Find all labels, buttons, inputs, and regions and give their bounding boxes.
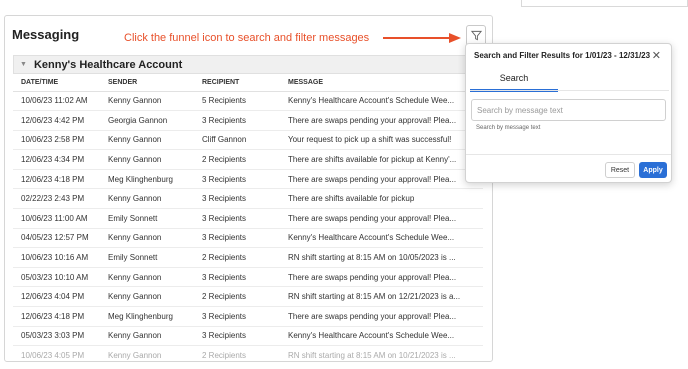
popover-title: Search and Filter Results for 1/01/23 - … bbox=[474, 51, 651, 60]
cell-sender: Meg Klinghenburg bbox=[100, 169, 194, 190]
cell-sender: Kenny Gannon bbox=[100, 188, 194, 210]
cell-recipient: 2 Recipients bbox=[194, 345, 280, 361]
cell-sender: Kenny Gannon bbox=[100, 345, 194, 361]
cell-recipient: 3 Recipients bbox=[194, 169, 280, 190]
cell-datetime: 10/06/23 2:58 PM bbox=[13, 130, 100, 151]
column-header-datetime[interactable]: DATE/TIME bbox=[13, 75, 100, 92]
cell-message: There are shifts available for pickup bbox=[280, 188, 483, 210]
cell-recipient: 3 Recipients bbox=[194, 208, 280, 229]
cell-datetime: 02/22/23 2:43 PM bbox=[13, 188, 100, 210]
cell-recipient: 3 Recipients bbox=[194, 228, 280, 249]
messaging-panel: Messaging ▼ Kenny's Healthcare Account A… bbox=[4, 15, 493, 362]
apply-button[interactable]: Apply bbox=[639, 162, 667, 178]
search-input[interactable] bbox=[471, 99, 666, 121]
page-title: Messaging bbox=[12, 27, 80, 42]
cell-message: There are shifts available for pickup at… bbox=[280, 149, 483, 170]
cell-message: RN shift starting at 8:15 AM on 10/21/20… bbox=[280, 345, 483, 361]
cell-message: There are swaps pending your approval! P… bbox=[280, 169, 483, 190]
cell-message: There are swaps pending your approval! P… bbox=[280, 208, 483, 229]
search-filter-popover: Search and Filter Results for 1/01/23 - … bbox=[465, 43, 672, 183]
table-row[interactable]: 04/05/23 12:57 PM Kenny Gannon 3 Recipient… bbox=[13, 228, 483, 249]
column-header-sender[interactable]: SENDER bbox=[100, 75, 194, 92]
funnel-icon bbox=[470, 30, 482, 41]
cell-datetime: 10/06/23 4:05 PM bbox=[13, 345, 100, 361]
cell-recipient: 2 Recipients bbox=[194, 286, 280, 308]
cell-sender: Kenny Gannon bbox=[100, 149, 194, 170]
caret-down-icon[interactable]: ▼ bbox=[20, 61, 27, 68]
table-row[interactable]: 10/06/23 10:16 AM Emily Sonnett 2 Recipien… bbox=[13, 247, 483, 268]
close-icon[interactable]: ✕ bbox=[652, 49, 661, 62]
cell-sender: Georgia Gannon bbox=[100, 110, 194, 131]
cell-sender: Kenny Gannon bbox=[100, 326, 194, 347]
cell-sender: Emily Sonnett bbox=[100, 208, 194, 229]
cell-message: RN shift starting at 8:15 AM on 12/21/20… bbox=[280, 286, 483, 308]
callout-arrow-icon bbox=[383, 33, 461, 43]
cell-message: Your request to pick up a shift was succ… bbox=[280, 130, 483, 151]
table-row[interactable]: 05/03/23 10:10 AM Kenny Gannon 3 Recipient… bbox=[13, 267, 483, 288]
cell-recipient: 3 Recipients bbox=[194, 326, 280, 347]
cell-datetime: 10/06/23 10:16 AM bbox=[13, 247, 100, 268]
cell-recipient: 2 Recipients bbox=[194, 247, 280, 268]
cell-message: There are swaps pending your approval! P… bbox=[280, 267, 483, 288]
table-row[interactable]: 10/06/23 2:58 PM Kenny Gannon Cliff Gannon… bbox=[13, 130, 483, 151]
cell-sender: Kenny Gannon bbox=[100, 286, 194, 308]
table-row[interactable]: 10/06/23 11:02 AM Kenny Gannon 5 Recipient… bbox=[13, 91, 483, 112]
window-edge bbox=[521, 0, 688, 7]
cell-sender: Kenny Gannon bbox=[100, 267, 194, 288]
cell-datetime: 12/06/23 4:42 PM bbox=[13, 110, 100, 131]
cell-datetime: 10/06/23 11:02 AM bbox=[13, 91, 100, 112]
cell-recipient: 2 Recipients bbox=[194, 149, 280, 170]
cell-datetime: 12/06/23 4:34 PM bbox=[13, 149, 100, 170]
reset-button[interactable]: Reset bbox=[605, 162, 635, 178]
table-row[interactable]: 10/06/23 11:00 AM Emily Sonnett 3 Recipien… bbox=[13, 208, 483, 229]
table-row[interactable]: 12/06/23 4:34 PM Kenny Gannon 2 Recipients… bbox=[13, 149, 483, 170]
cell-datetime: 05/03/23 3:03 PM bbox=[13, 326, 100, 347]
cell-datetime: 05/03/23 10:10 AM bbox=[13, 267, 100, 288]
table-row[interactable]: 12/06/23 4:42 PM Georgia Gannon 3 Recipien… bbox=[13, 110, 483, 131]
cell-message: There are swaps pending your approval! P… bbox=[280, 110, 483, 131]
cell-sender: Meg Klinghenburg bbox=[100, 306, 194, 327]
group-title: Kenny's Healthcare Account bbox=[33, 58, 183, 71]
cell-recipient: Cliff Gannon bbox=[194, 130, 280, 151]
table-row[interactable]: 12/06/23 4:18 PM Meg Klinghenburg 3 Recipi… bbox=[13, 306, 483, 327]
table-row[interactable]: 10/06/23 4:05 PM Kenny Gannon 2 Recipients… bbox=[13, 345, 483, 361]
cell-recipient: 3 Recipients bbox=[194, 306, 280, 327]
column-header-recipient[interactable]: RECIPIENT bbox=[194, 75, 280, 92]
table-row[interactable]: 02/22/23 2:43 PM Kenny Gannon 3 Recipients… bbox=[13, 188, 483, 210]
cell-sender: Emily Sonnett bbox=[100, 247, 194, 268]
messages-table: DATE/TIME SENDER RECIPIENT MESSAGE 10/06… bbox=[13, 75, 483, 361]
search-hint: Search by message text bbox=[476, 125, 541, 131]
cell-datetime: 10/06/23 11:00 AM bbox=[13, 208, 100, 229]
cell-datetime: 12/06/23 4:18 PM bbox=[13, 169, 100, 190]
column-header-message[interactable]: MESSAGE bbox=[280, 75, 483, 92]
cell-sender: Kenny Gannon bbox=[100, 91, 194, 112]
tab-divider bbox=[470, 90, 669, 91]
table-row[interactable]: 12/06/23 4:18 PM Meg Klinghenburg 3 Recipi… bbox=[13, 169, 483, 190]
cell-recipient: 3 Recipients bbox=[194, 110, 280, 131]
cell-sender: Kenny Gannon bbox=[100, 130, 194, 151]
cell-datetime: 04/05/23 12:57 PM bbox=[13, 228, 100, 249]
table-row[interactable]: 12/06/23 4:04 PM Kenny Gannon 2 Recipients… bbox=[13, 286, 483, 308]
tab-search[interactable]: Search bbox=[470, 67, 558, 92]
cell-message: There are swaps pending your approval! P… bbox=[280, 306, 483, 327]
cell-message: Kenny's Healthcare Account's Schedule We… bbox=[280, 326, 483, 347]
table-row[interactable]: 05/03/23 3:03 PM Kenny Gannon 3 Recipients… bbox=[13, 326, 483, 347]
callout-text: Click the funnel icon to search and filt… bbox=[124, 32, 370, 44]
cell-recipient: 3 Recipients bbox=[194, 188, 280, 210]
cell-datetime: 12/06/23 4:18 PM bbox=[13, 306, 100, 327]
cell-recipient: 5 Recipients bbox=[194, 91, 280, 112]
footer-divider bbox=[466, 154, 671, 155]
cell-sender: Kenny Gannon bbox=[100, 228, 194, 249]
cell-message: Kenny's Healthcare Account's Schedule We… bbox=[280, 228, 483, 249]
cell-datetime: 12/06/23 4:04 PM bbox=[13, 286, 100, 308]
cell-recipient: 3 Recipients bbox=[194, 267, 280, 288]
table-header-row: DATE/TIME SENDER RECIPIENT MESSAGE bbox=[13, 75, 483, 92]
cell-message: RN shift starting at 8:15 AM on 10/05/20… bbox=[280, 247, 483, 268]
cell-message: Kenny's Healthcare Account's Schedule We… bbox=[280, 91, 483, 112]
group-header[interactable]: ▼ Kenny's Healthcare Account A bbox=[13, 55, 483, 74]
